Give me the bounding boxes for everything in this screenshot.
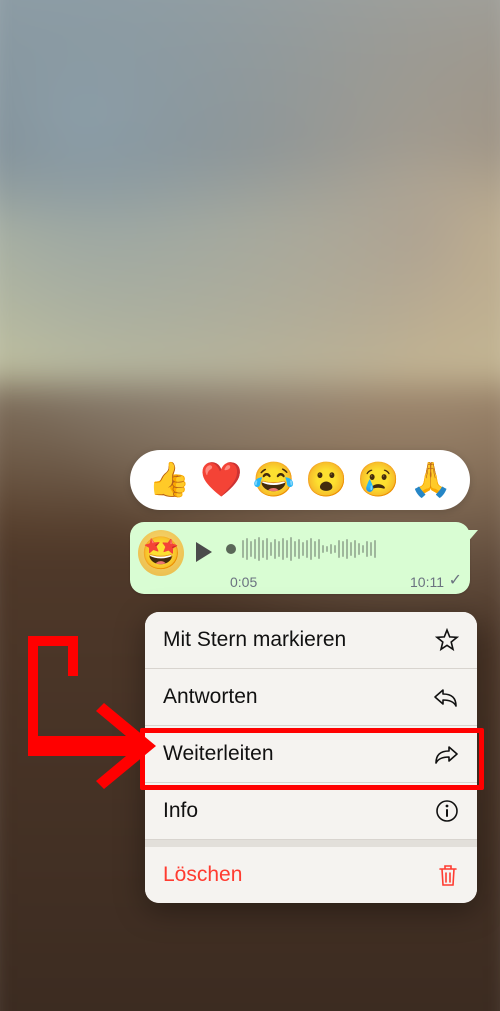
menu-label-forward: Weiterleiten — [163, 742, 274, 766]
reaction-surprised[interactable]: 😮 — [305, 463, 347, 497]
menu-item-reply[interactable]: Antworten — [145, 669, 477, 726]
reaction-bar[interactable]: 👍 ❤️ 😂 😮 😢 🙏 — [130, 450, 470, 510]
star-icon — [435, 628, 459, 652]
menu-label-info: Info — [163, 799, 198, 823]
menu-item-delete[interactable]: Löschen — [145, 840, 477, 903]
audio-current-time: 0:05 — [230, 574, 257, 590]
forward-icon — [433, 743, 459, 765]
bubble-tail — [466, 530, 478, 544]
menu-label-reply: Antworten — [163, 685, 258, 709]
reply-icon — [433, 686, 459, 708]
play-icon[interactable] — [194, 540, 214, 564]
annotation-arrow — [8, 616, 168, 806]
menu-label-star: Mit Stern markieren — [163, 628, 346, 652]
sender-avatar: 🤩 — [138, 530, 184, 576]
message-sent-time: 10:11 — [410, 574, 444, 590]
delivered-check-icon: ✓ — [449, 570, 462, 590]
reaction-pray[interactable]: 🙏 — [410, 463, 452, 497]
reaction-thumbs-up[interactable]: 👍 — [148, 463, 190, 497]
menu-item-info[interactable]: Info — [145, 783, 477, 840]
reaction-cry[interactable]: 😢 — [357, 463, 399, 497]
menu-item-star[interactable]: Mit Stern markieren — [145, 612, 477, 669]
trash-icon — [437, 863, 459, 887]
audio-waveform[interactable] — [226, 536, 458, 562]
playhead-dot[interactable] — [226, 544, 236, 554]
context-menu: Mit Stern markieren Antworten Weiterleit… — [145, 612, 477, 903]
menu-label-delete: Löschen — [163, 863, 242, 887]
voice-message-bubble[interactable]: 🤩 0:05 10:11 ✓ — [130, 522, 470, 594]
info-icon — [435, 799, 459, 823]
reaction-laugh[interactable]: 😂 — [253, 463, 295, 497]
menu-item-forward[interactable]: Weiterleiten — [145, 726, 477, 783]
reaction-heart[interactable]: ❤️ — [200, 463, 242, 497]
